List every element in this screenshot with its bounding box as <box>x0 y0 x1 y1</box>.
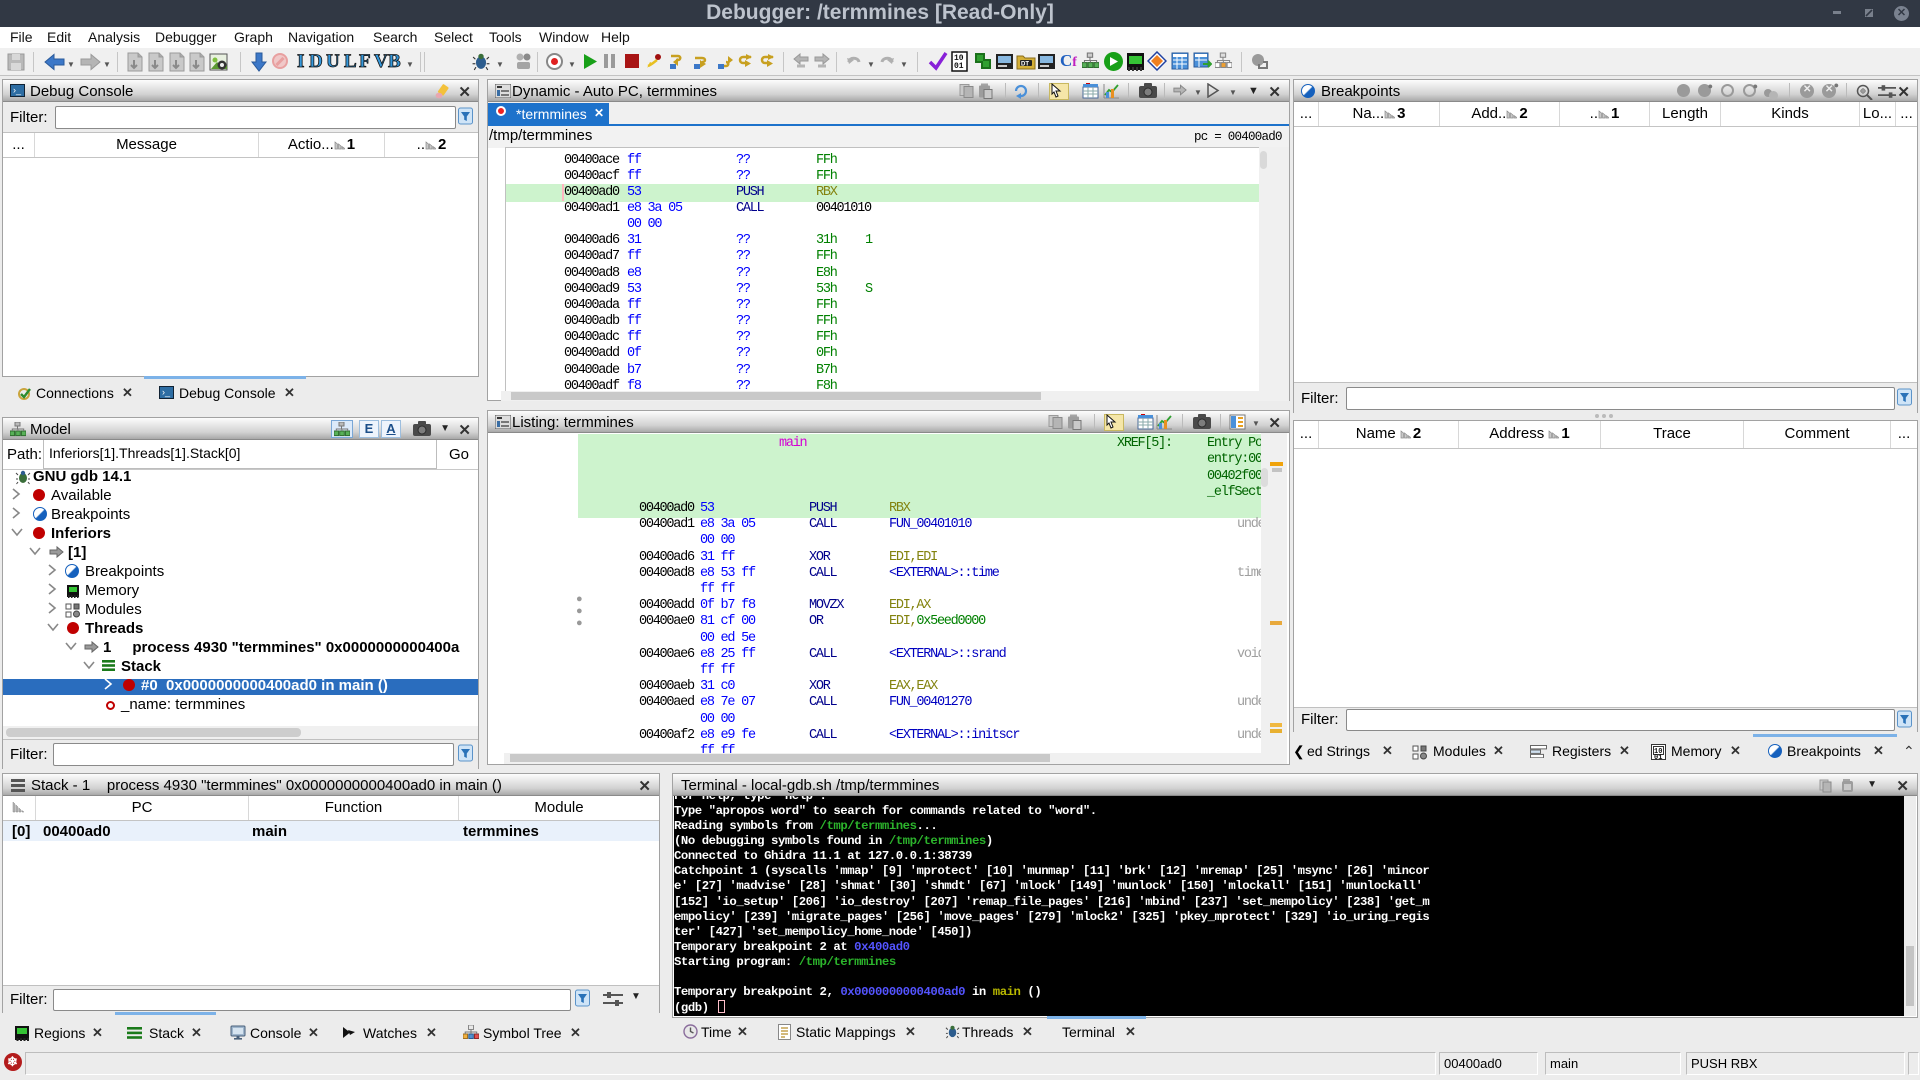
svg-text:DT: DT <box>1021 62 1029 68</box>
svg-text:01: 01 <box>954 62 964 71</box>
svg-text:01: 01 <box>1654 754 1662 760</box>
